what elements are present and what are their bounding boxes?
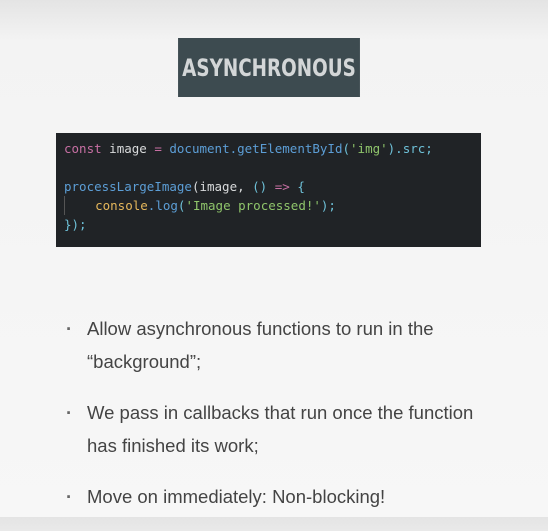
code-token: { — [289, 179, 305, 194]
code-token: => — [267, 179, 290, 194]
code-token: 'img' — [350, 141, 388, 156]
code-token: ); — [320, 198, 336, 213]
code-token: processLargeImage — [64, 179, 192, 194]
code-token: console — [95, 198, 148, 213]
bullet-item: Move on immediately: Non-blocking! — [66, 480, 486, 513]
code-token: .log — [147, 198, 178, 213]
code-token: ( — [342, 141, 351, 156]
indent-guide — [64, 196, 65, 215]
code-block: const image = document.getElementById('i… — [56, 133, 481, 247]
code-token: ).src; — [387, 141, 433, 156]
code-token: = — [154, 141, 162, 156]
code-line-5: }); — [64, 217, 87, 232]
slide-title: ASYNCHRONOUS — [178, 38, 360, 97]
code-line-4: console.log('Image processed!'); — [64, 196, 473, 215]
bullet-list: Allow asynchronous functions to run in t… — [66, 312, 486, 531]
code-token: const — [64, 141, 102, 156]
bullet-item: We pass in callbacks that run once the f… — [66, 396, 486, 462]
code-token: document.getElementById — [161, 141, 343, 156]
code-token: () — [252, 179, 268, 194]
code-token: 'Image processed!' — [185, 198, 321, 213]
bullet-item: Allow asynchronous functions to run in t… — [66, 312, 486, 378]
code-token: image — [101, 141, 155, 156]
code-line-1: const image = document.getElementById('i… — [64, 139, 473, 158]
code-token: (image, — [191, 179, 253, 194]
code-line-3: processLargeImage(image, () => { — [64, 177, 473, 196]
